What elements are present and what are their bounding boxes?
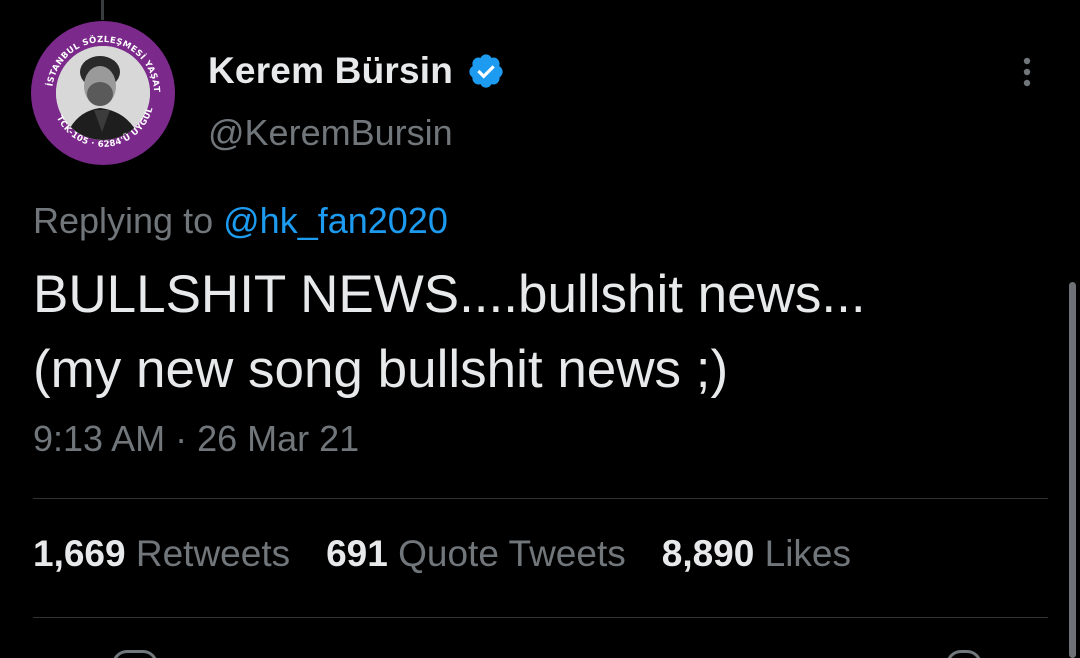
likes-label: Likes: [764, 533, 852, 574]
tweet-timestamp[interactable]: 9:13 AM · 26 Mar 21: [33, 418, 359, 460]
share-icon[interactable]: [946, 650, 982, 658]
quote-tweets-stat[interactable]: 691 Quote Tweets: [326, 533, 626, 575]
retweets-label: Retweets: [135, 533, 291, 574]
engagement-stats: 1,669 Retweets 691 Quote Tweets 8,890 Li…: [33, 533, 851, 575]
tweet-detail-view: İSTANBUL SÖZLEŞMESİ YAŞATIR TCK-105 · 62…: [0, 0, 1080, 658]
author-display-name[interactable]: Kerem Bürsin: [208, 50, 453, 92]
quote-tweets-label: Quote Tweets: [398, 533, 626, 574]
tweet-text-line-2: (my new song bullshit news ;): [33, 340, 729, 399]
divider: [33, 498, 1048, 499]
quote-tweets-count: 691: [326, 533, 388, 574]
reply-mention-link[interactable]: @hk_fan2020: [223, 200, 448, 241]
replying-to-line: Replying to @hk_fan2020: [33, 200, 448, 242]
scrollbar-thumb[interactable]: [1069, 282, 1076, 658]
tweet-text: BULLSHIT NEWS....bullshit news... (my ne…: [33, 257, 1043, 407]
divider: [33, 617, 1048, 618]
author-avatar[interactable]: İSTANBUL SÖZLEŞMESİ YAŞATIR TCK-105 · 62…: [30, 20, 176, 166]
replying-prefix: Replying to: [33, 200, 214, 241]
likes-stat[interactable]: 8,890 Likes: [662, 533, 851, 575]
thread-connector-line: [101, 0, 104, 20]
retweets-count: 1,669: [33, 533, 126, 574]
author-name-row: Kerem Bürsin: [208, 50, 505, 92]
verified-badge-icon: [469, 54, 503, 88]
reply-icon[interactable]: [112, 650, 158, 658]
retweets-stat[interactable]: 1,669 Retweets: [33, 533, 290, 575]
scrollbar-track[interactable]: [1066, 0, 1080, 658]
author-handle[interactable]: @KeremBursin: [208, 112, 453, 154]
likes-count: 8,890: [661, 533, 755, 574]
tweet-text-line-1: BULLSHIT NEWS....bullshit news...: [33, 265, 866, 324]
more-options-icon[interactable]: [1012, 52, 1042, 92]
